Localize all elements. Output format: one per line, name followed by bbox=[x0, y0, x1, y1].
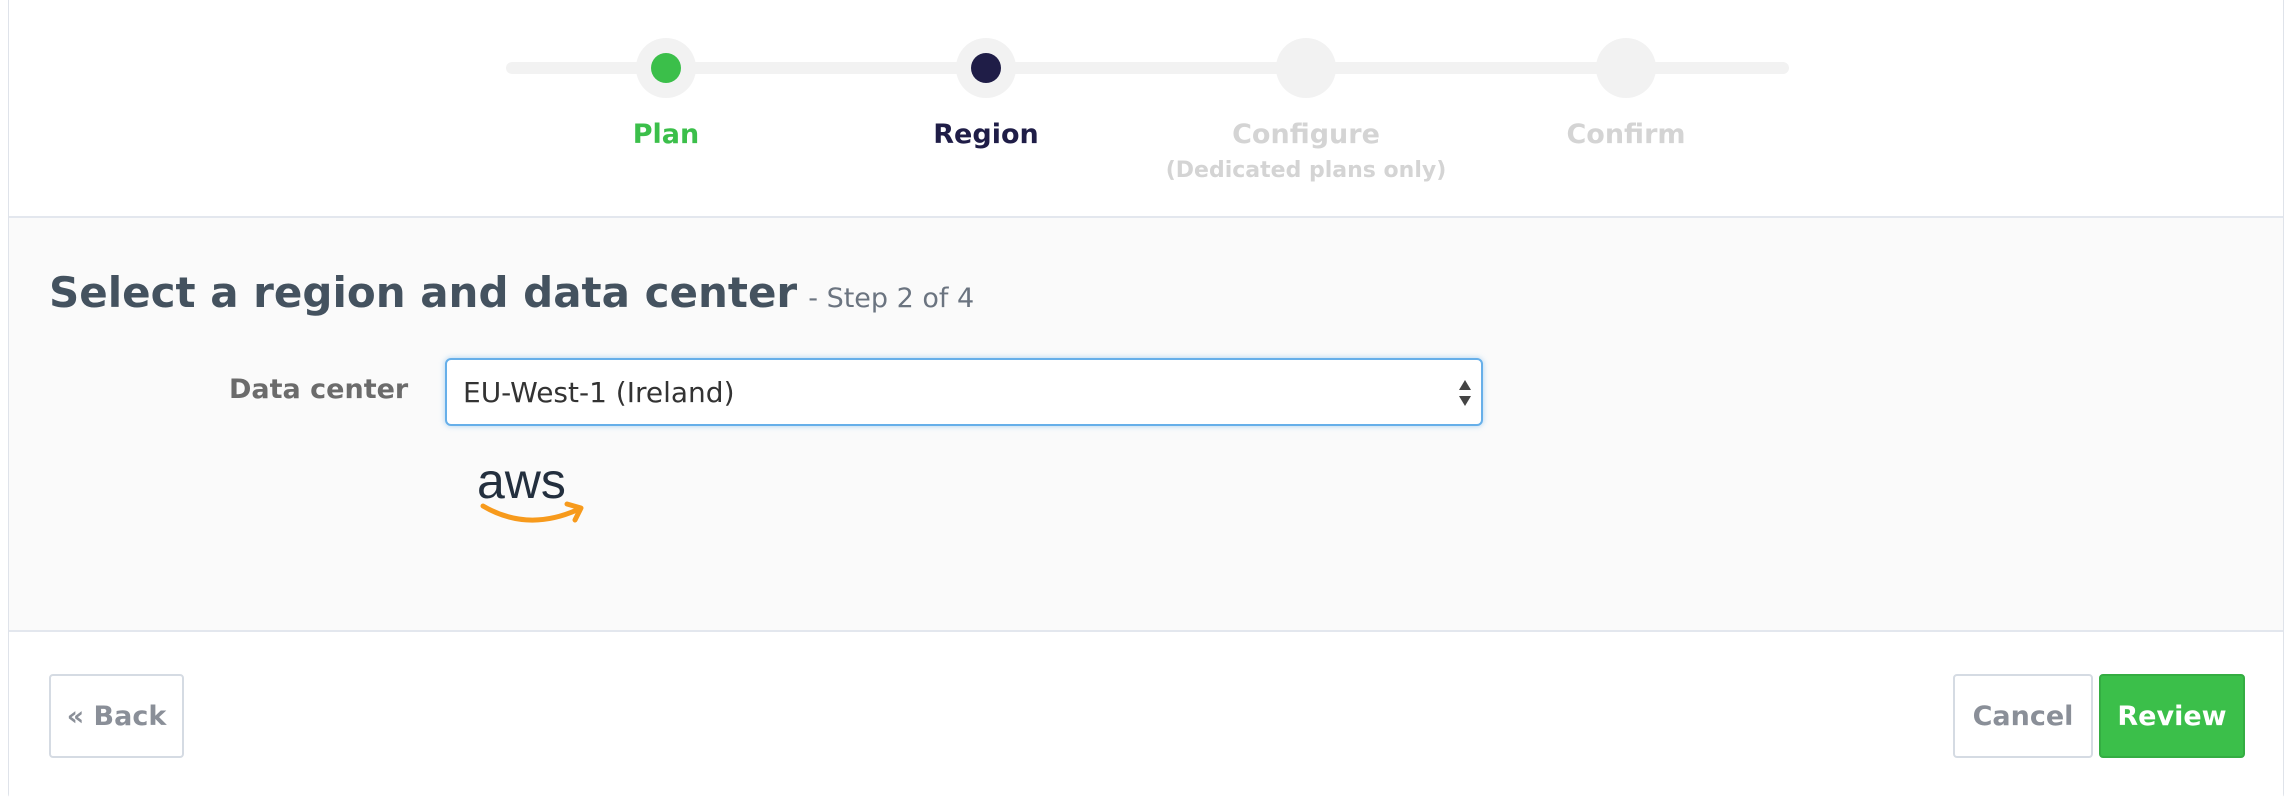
step-region-label: Region bbox=[933, 119, 1039, 150]
step-counter: - Step 2 of 4 bbox=[808, 283, 975, 314]
step-configure-dot bbox=[1276, 38, 1336, 98]
select-arrows-icon bbox=[1459, 380, 1471, 406]
step-plan: Plan bbox=[506, 38, 826, 150]
data-center-label: Data center bbox=[229, 374, 409, 405]
progress-stepper: Plan Region Configure (Dedicated plans o… bbox=[9, 0, 2283, 218]
step-region: Region bbox=[826, 38, 1146, 150]
cancel-button[interactable]: Cancel bbox=[1953, 674, 2093, 758]
step-confirm-label: Confirm bbox=[1566, 119, 1686, 150]
wizard-panel: Plan Region Configure (Dedicated plans o… bbox=[8, 0, 2284, 798]
step-configure: Configure (Dedicated plans only) bbox=[1146, 38, 1466, 183]
back-button[interactable]: « Back bbox=[49, 674, 184, 758]
step-region-dot bbox=[956, 38, 1016, 98]
section-heading: Select a region and data center - Step 2… bbox=[49, 268, 974, 317]
wizard-footer: « Back Cancel Review bbox=[9, 632, 2283, 798]
step-confirm: Confirm bbox=[1466, 38, 1786, 150]
step-plan-dot bbox=[636, 38, 696, 98]
step-confirm-dot bbox=[1596, 38, 1656, 98]
svg-text:aws: aws bbox=[477, 454, 566, 509]
aws-logo: aws bbox=[477, 454, 584, 523]
review-button[interactable]: Review bbox=[2099, 674, 2245, 758]
page-title: Select a region and data center bbox=[49, 268, 798, 317]
data-center-selected-value: EU-West-1 (Ireland) bbox=[463, 376, 735, 409]
region-form: Select a region and data center - Step 2… bbox=[9, 218, 2283, 632]
step-configure-label: Configure bbox=[1232, 119, 1380, 150]
data-center-select[interactable]: EU-West-1 (Ireland) bbox=[445, 358, 1483, 426]
step-configure-sublabel: (Dedicated plans only) bbox=[1165, 157, 1447, 183]
step-plan-label: Plan bbox=[632, 119, 700, 150]
